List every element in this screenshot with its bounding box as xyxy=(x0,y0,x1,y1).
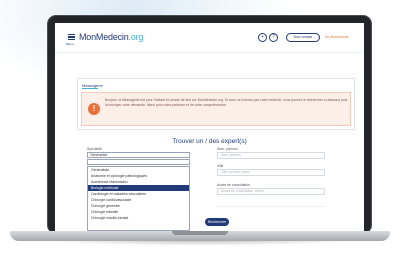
laptop-screen: Menu MonMedecin.org ▪ ? Mon compte Se dé… xyxy=(55,23,364,231)
field-label-name: Nom, prénom xyxy=(217,147,238,151)
alert-text: Bonjour, la Messagerie est pour l'instan… xyxy=(105,98,348,107)
city-input[interactable]: Ville ou code postal xyxy=(217,169,325,176)
field-label-access: Accès de consultation xyxy=(217,183,250,187)
specialty-select[interactable]: Généraliste xyxy=(87,152,190,158)
warning-icon: ! xyxy=(88,103,100,115)
title-underline xyxy=(82,88,98,89)
name-input[interactable]: Nom, prénom xyxy=(217,152,325,159)
menu-label: Menu xyxy=(66,42,74,46)
notice-card: Messagerie ! Bonjour, la Messagerie est … xyxy=(77,78,355,130)
specialty-dropdown-list: Généraliste Anatomie et cytologie patholo… xyxy=(87,166,190,231)
car-icon[interactable]: ▪ xyxy=(258,33,267,42)
search-submit-button[interactable]: Rechercher xyxy=(205,218,229,226)
account-button[interactable]: Mon compte xyxy=(286,33,320,42)
specialty-search-input[interactable] xyxy=(87,159,190,165)
hamburger-menu-icon[interactable] xyxy=(68,34,75,40)
specialty-label: Spécialité xyxy=(87,147,102,151)
laptop-notch xyxy=(172,231,228,235)
alert-box: ! Bonjour, la Messagerie est pour l'inst… xyxy=(81,92,351,126)
site-logo[interactable]: MonMedecin.org xyxy=(79,32,143,42)
site-header: Menu MonMedecin.org ▪ ? Mon compte Se dé… xyxy=(55,23,364,53)
question-icon[interactable]: ? xyxy=(269,33,278,42)
field-label-city: Ville xyxy=(217,164,224,168)
logo-main-text: MonMedecin xyxy=(79,32,129,42)
logout-link[interactable]: Se déconnecter xyxy=(325,35,349,39)
search-title: Trouver un / des expert(s) xyxy=(172,138,247,145)
dropdown-option[interactable]: Chirurgie maxillo-faciale xyxy=(88,215,189,221)
form-divider xyxy=(217,206,325,207)
access-input[interactable]: Accès de consultation, virtuel xyxy=(217,188,325,195)
logo-accent-text: .org xyxy=(128,32,144,42)
